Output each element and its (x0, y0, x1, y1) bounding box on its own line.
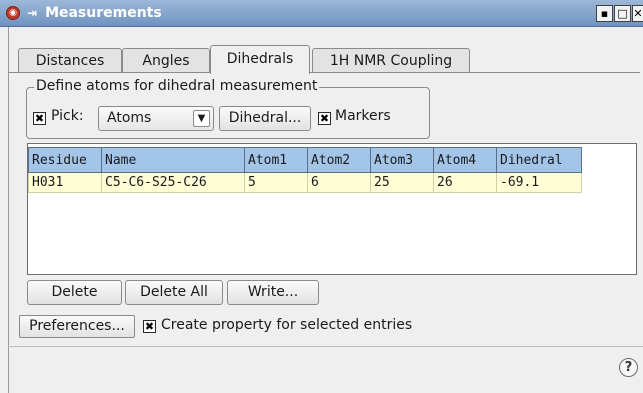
window-title: Measurements (45, 5, 162, 21)
help-icon[interactable]: ? (619, 358, 638, 377)
pick-checkbox[interactable]: ✖ (33, 112, 46, 125)
markers-checkbox[interactable]: ✖ (318, 112, 331, 125)
maximize-button[interactable]: □ (614, 5, 631, 22)
markers-label: Markers (335, 108, 391, 124)
delete-all-button[interactable]: Delete All (125, 280, 223, 305)
tab-1h-nmr-coupling[interactable]: 1H NMR Coupling (312, 48, 470, 73)
column-header-atom3[interactable]: Atom3 (371, 147, 434, 173)
minimize-button[interactable]: ▪ (596, 5, 613, 22)
pick-mode-value: Atoms (107, 110, 152, 126)
pick-mode-select[interactable]: Atoms ▼ (98, 106, 214, 131)
column-header-dihedral[interactable]: Dihedral (497, 147, 582, 173)
group-legend: Define atoms for dihedral measurement (34, 78, 320, 94)
table-cell-dihedral[interactable]: -69.1 (497, 173, 582, 193)
status-divider (8, 346, 643, 347)
write-button[interactable]: Write... (227, 280, 319, 305)
column-header-atom4[interactable]: Atom4 (434, 147, 497, 173)
tab-angles[interactable]: Angles (122, 48, 210, 73)
column-header-atom2[interactable]: Atom2 (308, 147, 371, 173)
measurements-table[interactable]: Residue Name Atom1 Atom2 Atom3 Atom4 Dih… (27, 143, 637, 275)
app-logo-icon[interactable]: ◉ (6, 6, 20, 20)
tab-dihedrals[interactable]: Dihedrals (210, 45, 310, 74)
table-cell-name[interactable]: C5-C6-S25-C26 (102, 173, 245, 193)
tab-divider (8, 72, 640, 73)
delete-button[interactable]: Delete (27, 280, 122, 305)
pin-icon[interactable]: ⇥ (27, 6, 37, 20)
column-header-name[interactable]: Name (102, 147, 245, 173)
table-cell-atom4[interactable]: 26 (434, 173, 497, 193)
column-header-residue[interactable]: Residue (28, 147, 102, 173)
chevron-down-icon[interactable]: ▼ (193, 110, 210, 127)
preferences-button[interactable]: Preferences... (19, 315, 135, 338)
table-cell-residue[interactable]: H031 (28, 173, 102, 193)
create-property-checkbox[interactable]: ✖ (143, 320, 156, 333)
title-left: ◉ ⇥ Measurements (6, 5, 162, 21)
window-border (8, 27, 9, 393)
pick-label: Pick: (51, 108, 84, 124)
create-property-label: Create property for selected entries (161, 317, 413, 333)
table-cell-atom1[interactable]: 5 (245, 173, 308, 193)
column-header-atom1[interactable]: Atom1 (245, 147, 308, 173)
title-bar: ◉ ⇥ Measurements ▪ □ ✕ (0, 0, 643, 27)
dihedral-button[interactable]: Dihedral... (219, 106, 311, 131)
tab-distances[interactable]: Distances (18, 48, 122, 73)
table-cell-atom3[interactable]: 25 (371, 173, 434, 193)
close-button[interactable]: ✕ (632, 5, 643, 22)
table-cell-atom2[interactable]: 6 (308, 173, 371, 193)
